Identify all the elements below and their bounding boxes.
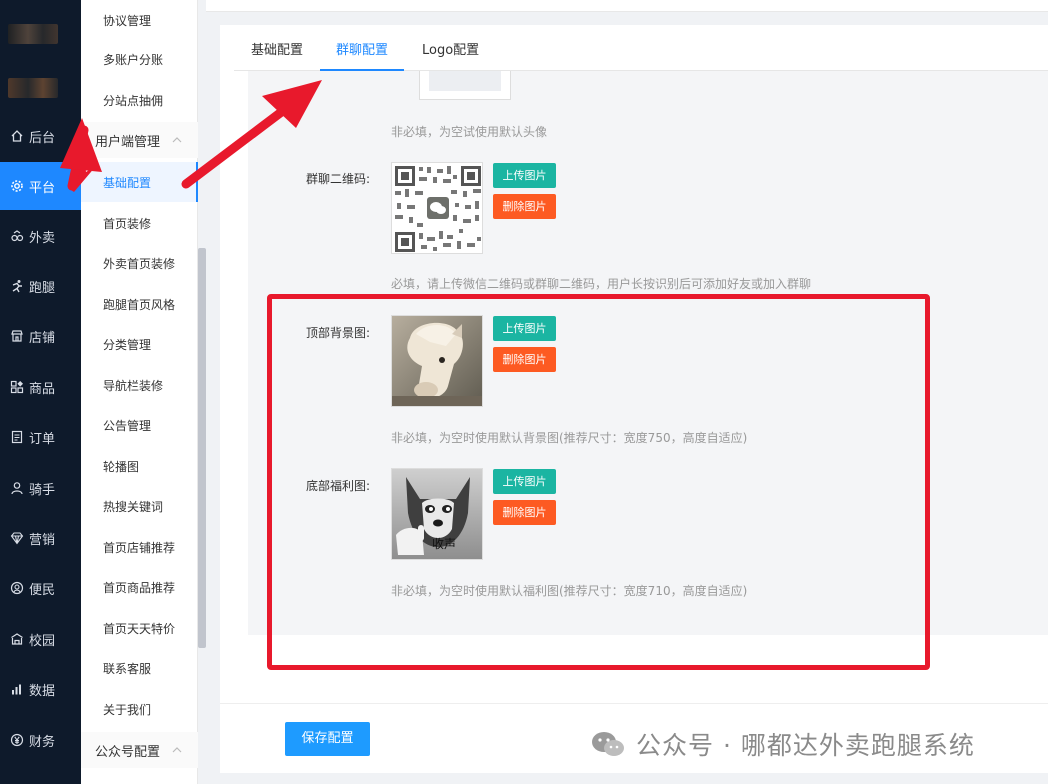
avatar-image-box[interactable] xyxy=(419,71,511,100)
nav-label: 店铺 xyxy=(29,330,56,346)
qrcode-upload-button[interactable]: 上传图片 xyxy=(493,163,556,188)
submenu-item-about[interactable]: 关于我们 xyxy=(81,689,198,729)
chevron-up-icon xyxy=(172,137,182,143)
submenu: 协议管理 多账户分账 分站点抽佣 用户端管理 基础配置 首页装修 外卖首页装修 … xyxy=(81,0,198,784)
card-footer: 保存配置 公众号 · 哪都达外卖跑腿系统 xyxy=(220,703,1048,773)
nav-item-finance[interactable]: 财务 xyxy=(0,716,81,764)
nav-label: 跑腿 xyxy=(29,280,56,296)
group-label: 公众号配置 xyxy=(95,744,161,760)
submenu-item-errand-style[interactable]: 跑腿首页风格 xyxy=(81,284,198,324)
submenu-item-carousel[interactable]: 轮播图 xyxy=(81,446,198,486)
avatar-hint: 非必填，为空试使用默认头像 xyxy=(391,125,548,139)
qrcode-delete-button[interactable]: 删除图片 xyxy=(493,194,556,219)
submenu-item-multi-account[interactable]: 多账户分账 xyxy=(81,39,198,79)
nav-item-takeout[interactable]: 外卖 xyxy=(0,212,81,260)
annotation-highlight-box xyxy=(267,294,930,670)
nav-item-goods[interactable]: 商品 xyxy=(0,363,81,411)
submenu-item-store-recommend[interactable]: 首页店铺推荐 xyxy=(81,527,198,567)
blurred-logo-text xyxy=(8,78,58,98)
nav-item-store[interactable]: 店铺 xyxy=(0,312,81,360)
nav-item-platform[interactable]: 平台 xyxy=(0,162,81,210)
nav-item-order[interactable]: 订单 xyxy=(0,413,81,461)
group-label: 用户端管理 xyxy=(95,134,161,150)
submenu-item-notice[interactable]: 公告管理 xyxy=(81,405,198,445)
top-strip xyxy=(206,0,1048,12)
submenu-item-takeout-decor[interactable]: 外卖首页装修 xyxy=(81,243,198,283)
nav-label: 商品 xyxy=(29,381,56,397)
blurred-logo xyxy=(8,24,58,44)
order-icon xyxy=(10,430,24,444)
nav-label: 后台 xyxy=(29,130,56,146)
submenu-item-agreement[interactable]: 协议管理 xyxy=(81,0,198,40)
submenu-group-user[interactable]: 用户端管理 xyxy=(81,122,198,158)
submenu-group-official[interactable]: 公众号配置 xyxy=(81,732,198,768)
nav-item-service[interactable]: 便民 xyxy=(0,564,81,612)
goods-icon xyxy=(10,380,24,394)
qrcode-hint: 必填，请上传微信二维码或群聊二维码，用户长按识别后可添加好友或加入群聊 xyxy=(391,277,812,291)
tab-basic-config[interactable]: 基础配置 xyxy=(251,25,303,71)
tab-group-chat-config[interactable]: 群聊配置 xyxy=(320,25,404,71)
watermark: 公众号 · 哪都达外卖跑腿系统 xyxy=(590,726,975,762)
rider-icon xyxy=(10,481,24,495)
nav-item-marketing[interactable]: 营销 xyxy=(0,514,81,562)
submenu-item-navbar[interactable]: 导航栏装修 xyxy=(81,365,198,405)
takeout-icon xyxy=(10,229,24,243)
nav-item-rider[interactable]: 骑手 xyxy=(0,464,81,512)
service-icon xyxy=(10,581,24,595)
nav-label: 骑手 xyxy=(29,482,56,498)
nav-item-backend[interactable]: 后台 xyxy=(0,112,81,160)
gear-icon xyxy=(10,179,24,193)
submenu-item-home-decor[interactable]: 首页装修 xyxy=(81,203,198,243)
nav-label: 便民 xyxy=(29,582,56,598)
submenu-item-category[interactable]: 分类管理 xyxy=(81,324,198,364)
yen-icon xyxy=(10,733,24,747)
submenu-item-substation[interactable]: 分站点抽佣 xyxy=(81,80,198,120)
nav-label: 数据 xyxy=(29,683,56,699)
nav-label: 财务 xyxy=(29,734,56,750)
submenu-item-daily-deal[interactable]: 首页天天特价 xyxy=(81,608,198,648)
submenu-scrollbar[interactable] xyxy=(198,248,206,648)
submenu-item-basic-config[interactable]: 基础配置 xyxy=(81,162,198,202)
nav-item-data[interactable]: 数据 xyxy=(0,665,81,713)
watermark-text: 公众号 · 哪都达外卖跑腿系统 xyxy=(636,731,975,760)
qrcode-graphic xyxy=(392,163,482,253)
config-tabs: 基础配置 群聊配置 Logo配置 xyxy=(234,25,1048,71)
store-icon xyxy=(10,329,24,343)
tab-logo-config[interactable]: Logo配置 xyxy=(422,25,479,71)
config-card: 基础配置 群聊配置 Logo配置 非必填，为空试使用默认头像 群聊二维码: 上传… xyxy=(220,25,1048,773)
submenu-item-goods-recommend[interactable]: 首页商品推荐 xyxy=(81,567,198,607)
diamond-icon xyxy=(10,531,24,545)
wechat-icon xyxy=(592,732,624,756)
qrcode-image xyxy=(391,162,483,254)
nav-item-errand[interactable]: 跑腿 xyxy=(0,262,81,310)
nav-label: 平台 xyxy=(29,180,56,196)
qrcode-label: 群聊二维码: xyxy=(305,172,370,186)
runner-icon xyxy=(10,279,24,293)
nav-label: 订单 xyxy=(29,431,56,447)
submenu-item-contact[interactable]: 联系客服 xyxy=(81,648,198,688)
nav-label: 校园 xyxy=(29,633,56,649)
save-config-button[interactable]: 保存配置 xyxy=(285,722,370,756)
home-icon xyxy=(10,129,24,143)
chart-icon xyxy=(10,682,24,696)
submenu-item-hot-keywords[interactable]: 热搜关键词 xyxy=(81,486,198,526)
campus-icon xyxy=(10,632,24,646)
nav-label: 营销 xyxy=(29,532,56,548)
nav-label: 外卖 xyxy=(29,230,56,246)
chevron-up-icon xyxy=(172,747,182,753)
main-nav: 后台 平台 外卖 跑腿 店铺 商品 订单 骑手 营销 便民 校园 数据 财务 xyxy=(0,0,81,784)
nav-item-campus[interactable]: 校园 xyxy=(0,615,81,663)
